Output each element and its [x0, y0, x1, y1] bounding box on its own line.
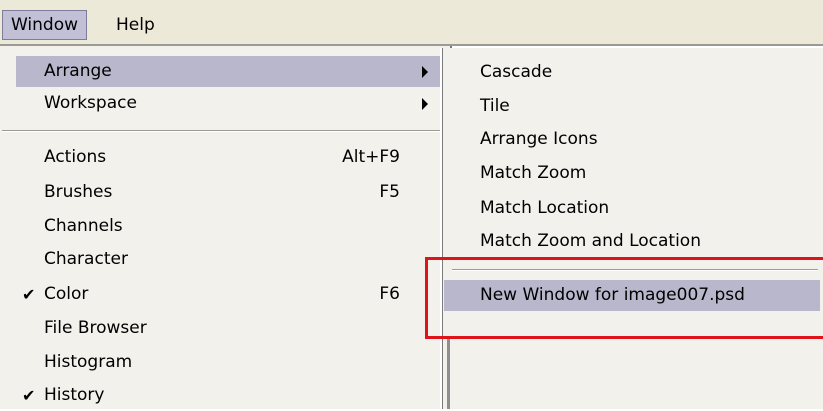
check-icon: ✔: [22, 285, 36, 304]
menu-item-label: File Browser: [44, 318, 147, 338]
menu-separator: [2, 130, 442, 132]
menu-item-brushes[interactable]: Brushes F5: [16, 177, 442, 208]
submenu-item-label: Arrange Icons: [480, 129, 598, 149]
shortcut-label: F5: [379, 182, 400, 202]
window-menu: Arrange Workspace Actions Alt+F9 Brushes…: [0, 46, 452, 409]
menu-item-character[interactable]: Character: [16, 244, 442, 275]
menu-item-file-browser[interactable]: File Browser: [16, 313, 442, 344]
menu-item-histogram[interactable]: Histogram: [16, 347, 442, 378]
menu-item-actions[interactable]: Actions Alt+F9: [16, 142, 442, 173]
menu-item-label: Channels: [44, 216, 123, 236]
menu-item-arrange[interactable]: Arrange: [16, 56, 442, 87]
menu-item-channels[interactable]: Channels: [16, 211, 442, 242]
submenu-item-label: Match Zoom: [480, 163, 587, 183]
menubar-help[interactable]: Help: [108, 10, 163, 40]
submenu-item-match-zoom[interactable]: Match Zoom: [442, 158, 823, 189]
submenu-item-label: Tile: [480, 96, 510, 116]
check-icon: ✔: [22, 386, 36, 405]
shortcut-label: F6: [379, 284, 400, 304]
window-edge-line: [447, 339, 450, 409]
highlight-callout-box: [425, 257, 823, 339]
submenu-item-label: Match Location: [480, 198, 610, 218]
submenu-arrow-icon: [422, 98, 428, 110]
menu-item-label: Brushes: [44, 182, 113, 202]
menubar-window[interactable]: Window: [2, 10, 88, 40]
menu-item-label: Histogram: [44, 352, 133, 372]
submenu-item-cascade[interactable]: Cascade: [442, 57, 823, 88]
submenu-item-match-location[interactable]: Match Location: [442, 193, 823, 224]
arrange-submenu: Cascade Tile Arrange Icons Match Zoom Ma…: [440, 48, 823, 409]
menu-item-color[interactable]: ✔ Color F6: [16, 279, 442, 310]
menu-item-label: Color: [44, 284, 89, 304]
menu-item-history[interactable]: ✔ History: [16, 380, 442, 411]
shortcut-label: Alt+F9: [342, 147, 400, 167]
submenu-item-tile[interactable]: Tile: [442, 91, 823, 122]
menu-item-label: Actions: [44, 147, 107, 167]
submenu-item-arrange-icons[interactable]: Arrange Icons: [442, 124, 823, 155]
menu-item-label: Workspace: [44, 93, 137, 113]
menu-item-workspace[interactable]: Workspace: [16, 88, 442, 119]
submenu-arrow-icon: [422, 66, 428, 78]
submenu-item-label: Cascade: [480, 62, 553, 82]
menu-item-label: Arrange: [44, 61, 112, 81]
menu-item-label: History: [44, 385, 105, 405]
submenu-item-label: Match Zoom and Location: [480, 231, 701, 251]
menu-bar: Window Help: [0, 0, 823, 46]
submenu-item-match-zoom-and-location[interactable]: Match Zoom and Location: [442, 226, 823, 257]
menu-item-label: Character: [44, 249, 128, 269]
